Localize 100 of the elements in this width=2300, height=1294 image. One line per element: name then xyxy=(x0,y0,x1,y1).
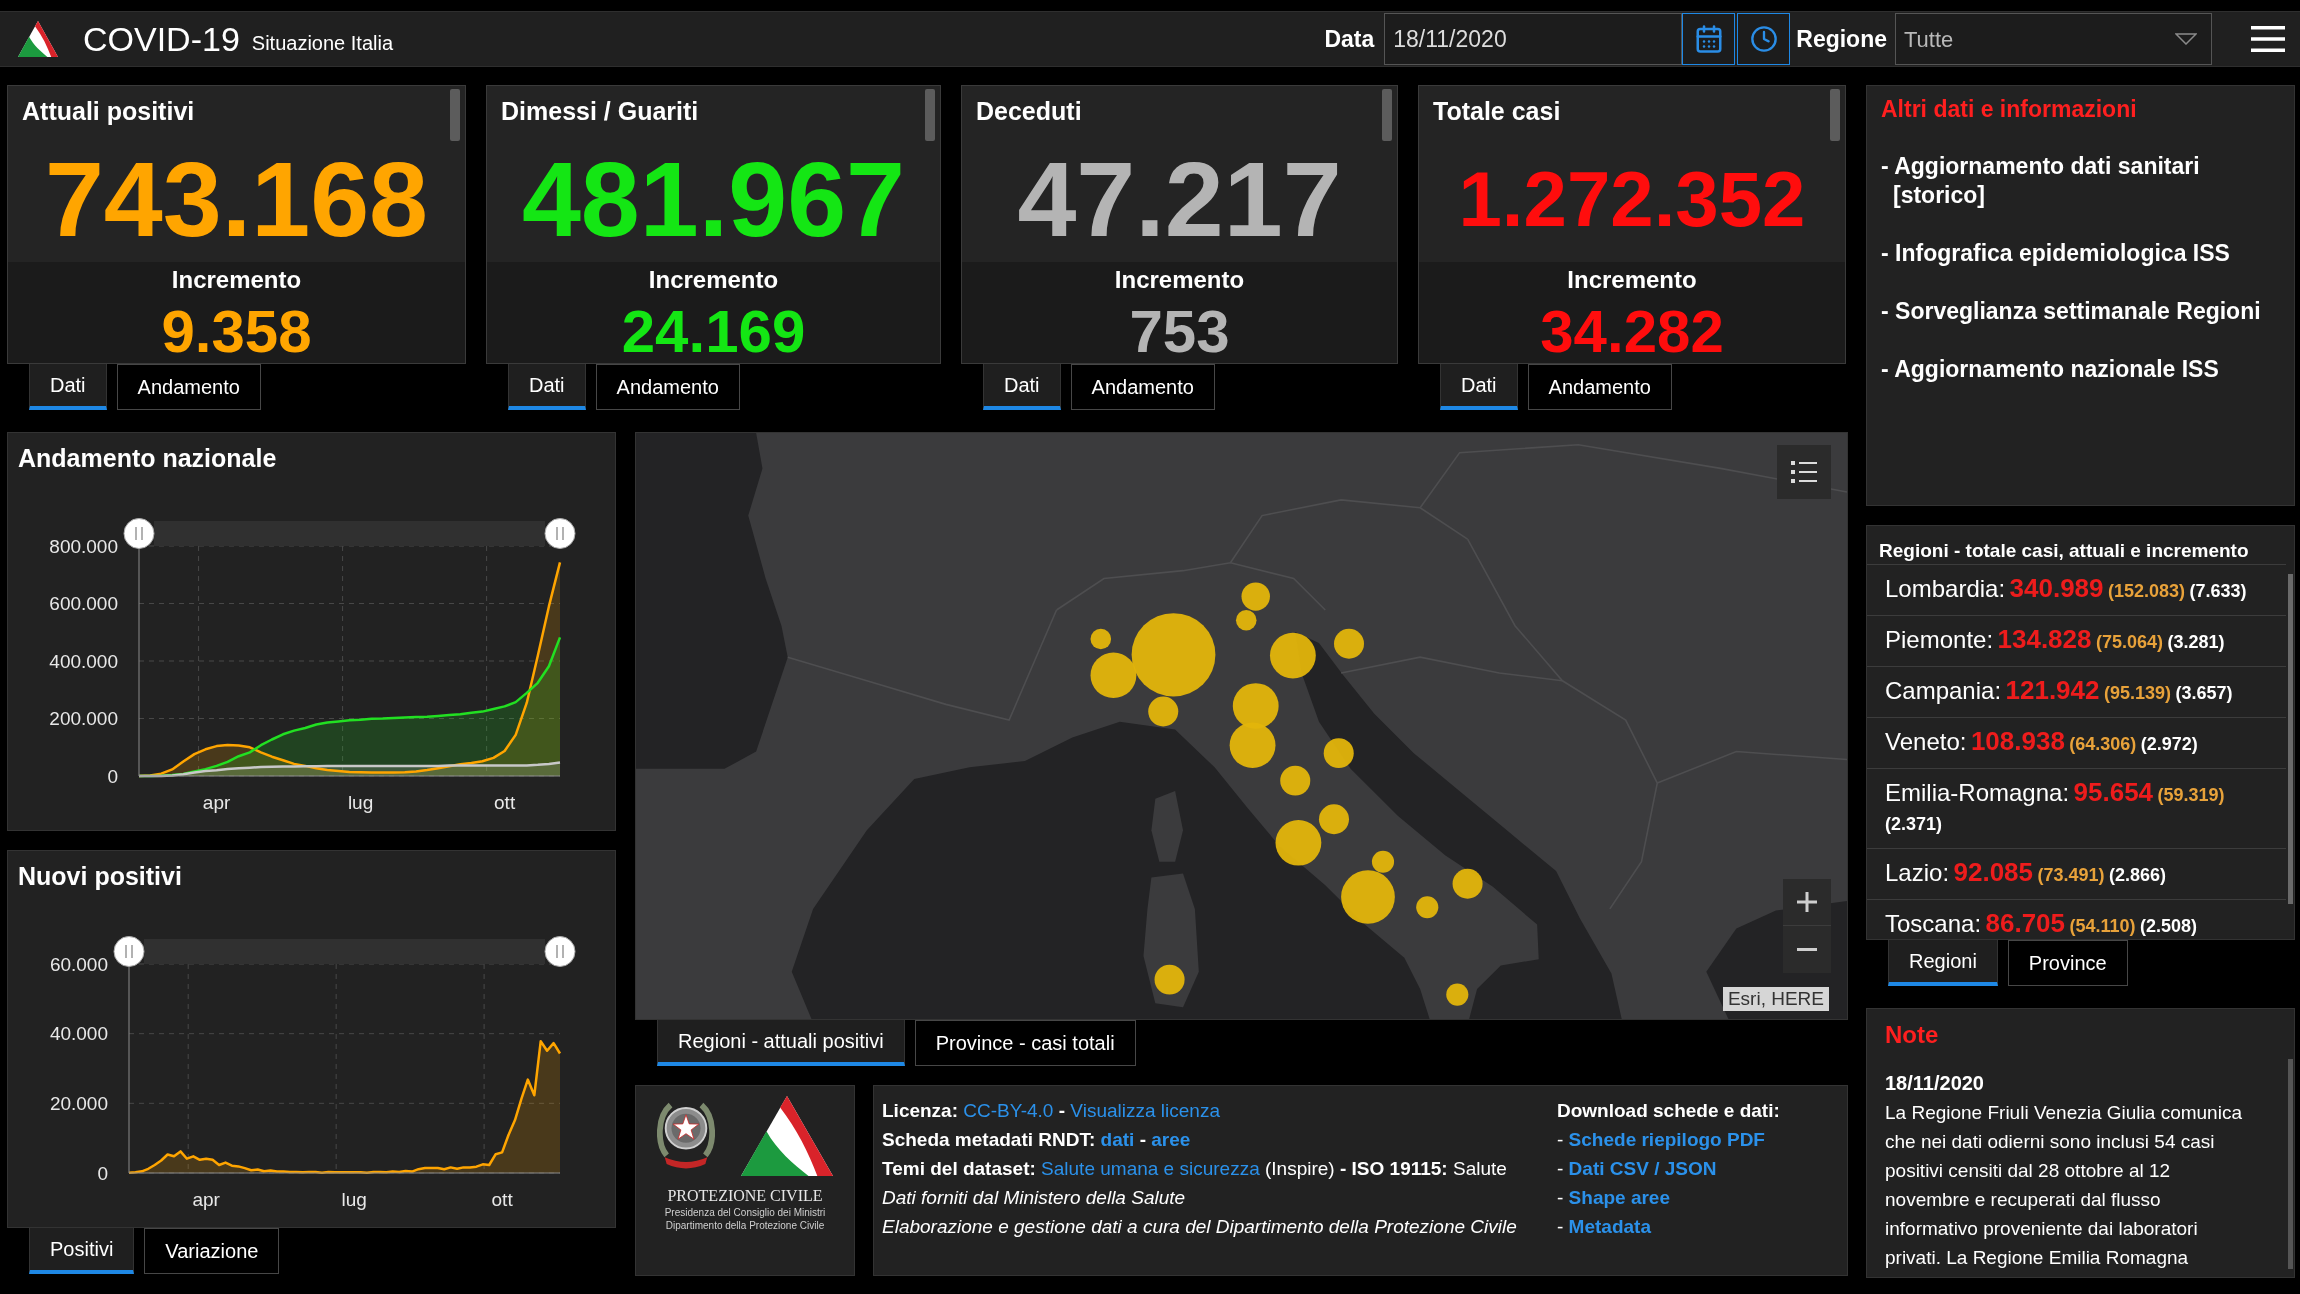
info-link[interactable]: - Aggiornamento dati sanitari [storico] xyxy=(1881,152,2280,210)
region-total: 86.705 xyxy=(1985,908,2066,938)
download-link[interactable]: Metadata xyxy=(1568,1216,1651,1237)
region-row[interactable]: Veneto: 108.938 (64.306) (2.972) xyxy=(1867,717,2286,768)
date-label: Data xyxy=(1324,24,1375,54)
logo-subtitle: Dipartimento della Protezione Civile xyxy=(665,1219,825,1232)
range-handle[interactable] xyxy=(123,518,155,549)
axis-label: apr xyxy=(192,1188,220,1210)
region-active: (95.139) xyxy=(2103,683,2171,703)
app-title: COVID-19 xyxy=(83,22,240,56)
scrollbar-thumb[interactable] xyxy=(1382,89,1392,141)
calendar-button[interactable] xyxy=(1682,13,1736,65)
minus-icon xyxy=(1797,948,1817,951)
app-subtitle: Situazione Italia xyxy=(251,33,394,53)
axis-label: 60.000 xyxy=(49,953,108,975)
scrollbar-thumb[interactable] xyxy=(450,89,460,141)
range-handle[interactable] xyxy=(113,936,145,967)
download-link[interactable]: Shape aree xyxy=(1568,1187,1670,1208)
download-link[interactable]: Dati CSV / JSON xyxy=(1568,1158,1717,1179)
scrollbar-thumb[interactable] xyxy=(2288,1059,2293,1269)
axis-label: ott xyxy=(494,791,516,813)
info-link[interactable]: - Aggiornamento nazionale ISS xyxy=(1881,355,2280,384)
increment-label: Incremento xyxy=(1567,267,1697,293)
region-active: (73.491) xyxy=(2037,865,2105,885)
link[interactable]: CC-BY-4.0 xyxy=(963,1100,1054,1121)
tab[interactable]: Andamento xyxy=(1527,364,1672,410)
tab[interactable]: Andamento xyxy=(116,364,261,410)
region-total: 340.989 xyxy=(2009,573,2104,603)
dropdown-triangle-icon xyxy=(2175,33,2197,45)
region-label: Regione xyxy=(1796,24,1887,54)
region-total: 121.942 xyxy=(2005,675,2100,705)
tab[interactable]: Dati xyxy=(1440,364,1518,410)
region-active: (54.110) xyxy=(2069,916,2136,936)
chart-title: Andamento nazionale xyxy=(18,444,277,472)
region-total: 134.828 xyxy=(1997,624,2092,654)
region-increase: (2.508) xyxy=(2140,916,2198,936)
scrollbar-thumb[interactable] xyxy=(925,89,935,141)
region-name: Veneto: xyxy=(1885,728,1967,755)
tab[interactable]: Dati xyxy=(983,364,1061,410)
region-active: (152.083) xyxy=(2107,581,2186,601)
link[interactable]: Salute umana e sicurezza xyxy=(1041,1158,1260,1179)
clock-button[interactable] xyxy=(1737,13,1791,65)
region-total: 108.938 xyxy=(1970,726,2065,756)
tab[interactable]: Andamento xyxy=(1070,364,1215,410)
info-link[interactable]: - Sorveglianza settimanale Regioni xyxy=(1881,297,2280,326)
region-row[interactable]: Campania: 121.942 (95.139) (3.657) xyxy=(1867,666,2286,717)
region-row[interactable]: Lazio: 92.085 (73.491) (2.866) xyxy=(1867,848,2286,899)
info-link[interactable]: - Infografica epidemiologica ISS xyxy=(1881,239,2280,268)
region-row[interactable]: Lombardia: 340.989 (152.083) (7.633) xyxy=(1867,564,2286,615)
axis-label: lug xyxy=(341,1188,367,1210)
scrollbar-thumb[interactable] xyxy=(2288,574,2293,904)
region-row[interactable]: Piemonte: 134.828 (75.064) (3.281) xyxy=(1867,615,2286,666)
stat-value: 481.967 xyxy=(521,146,906,252)
region-total: 92.085 xyxy=(1953,857,2034,887)
tab[interactable]: Positivi xyxy=(29,1228,135,1274)
card-title: Deceduti xyxy=(976,97,1082,125)
download-link[interactable]: Schede riepilogo PDF xyxy=(1568,1129,1765,1150)
tab[interactable]: Regioni xyxy=(1888,940,1998,986)
link[interactable]: aree xyxy=(1151,1129,1191,1150)
region-increase: (2.371) xyxy=(1885,814,1943,834)
region-row[interactable]: Emilia-Romagna: 95.654 (59.319) (2.371) xyxy=(1867,768,2286,848)
legend-button[interactable] xyxy=(1777,445,1831,499)
tab[interactable]: Province - casi totali xyxy=(914,1020,1136,1066)
date-field[interactable]: 18/11/2020 xyxy=(1384,13,1683,65)
range-handle[interactable] xyxy=(544,518,576,549)
axis-label: 0 xyxy=(107,765,118,787)
info-line: Dati forniti dal Ministero della Salute xyxy=(882,1186,1187,1210)
region-name: Emilia-Romagna: xyxy=(1885,779,2070,806)
scrollbar-thumb[interactable] xyxy=(1830,89,1840,141)
link[interactable]: dati xyxy=(1100,1129,1135,1150)
info-line: Scheda metadati RNDT: dati - aree xyxy=(882,1128,1192,1152)
axis-label: lug xyxy=(347,791,374,813)
tab[interactable]: Andamento xyxy=(595,364,740,410)
increment-value: 34.282 xyxy=(1540,302,1724,362)
downloads-title: Download schede e dati: xyxy=(1557,1099,1781,1123)
map-with-bubbles[interactable] xyxy=(636,433,1847,1019)
tab[interactable]: Regioni - attuali positivi xyxy=(657,1020,905,1066)
region-active: (75.064) xyxy=(2095,632,2163,652)
card-title: Totale casi xyxy=(1433,97,1561,125)
tab[interactable]: Province xyxy=(2007,940,2128,986)
range-handle[interactable] xyxy=(544,936,576,967)
tab[interactable]: Dati xyxy=(29,364,107,410)
card-title: Attuali positivi xyxy=(22,97,195,125)
triangle-logo xyxy=(18,21,58,57)
stat-value: 1.272.352 xyxy=(1458,160,1806,238)
time-range-track[interactable] xyxy=(144,939,545,964)
time-range-track[interactable] xyxy=(154,521,545,546)
note-text: La Regione Friuli Venezia Giulia comunica che nei dati odierni sono inclusi 54 casi positivi censiti dal 28 ottobre al 12 novembre e recuperati dal flusso informativo proveniente dai laboratori privati. La Regione Emilia Romagna xyxy=(1885,1101,2243,1270)
note-title: Note xyxy=(1885,1020,1940,1050)
tab[interactable]: Dati xyxy=(508,364,586,410)
tab[interactable]: Variazione xyxy=(144,1228,280,1274)
axis-label: ott xyxy=(491,1188,513,1210)
info-line: Licenza: CC-BY-4.0 - Visualizza licenza xyxy=(882,1099,1221,1123)
increment-label: Incremento xyxy=(1114,267,1245,293)
axis-label: apr xyxy=(202,791,231,813)
link[interactable]: Visualizza licenza xyxy=(1070,1100,1220,1121)
plus-icon xyxy=(1797,892,1817,912)
logo-subtitle: Presidenza del Consiglio dei Ministri xyxy=(664,1206,826,1219)
axis-label: 0 xyxy=(97,1162,108,1184)
region-select[interactable]: Tutte xyxy=(1895,13,2212,65)
